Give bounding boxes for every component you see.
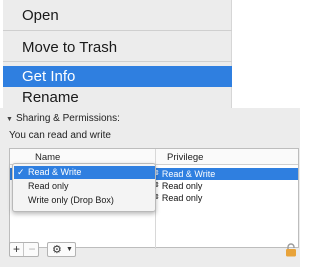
option-label: Read only xyxy=(28,181,69,191)
check-icon: ✓ xyxy=(17,167,25,177)
privilege-popup[interactable]: ⇕ Read only xyxy=(154,192,202,204)
menu-item-rename[interactable]: Rename xyxy=(3,87,232,108)
section-title: Sharing & Permissions: xyxy=(15,113,120,124)
add-remove-group: + − xyxy=(9,242,39,257)
screenshot-frame: Open Move to Trash Get Info Rename ▼ Shar… xyxy=(0,0,300,267)
remove-user-button[interactable]: − xyxy=(25,243,39,256)
disclosure-triangle-icon[interactable]: ▼ xyxy=(6,116,13,123)
privilege-value: Read & Write xyxy=(161,169,216,179)
privilege-menu: ✓ Read & Write Read only Write only (Drop… xyxy=(12,163,156,212)
menu-item-open[interactable]: Open xyxy=(3,5,232,26)
permissions-toolbar: + − ⚙ ▼ xyxy=(6,242,296,258)
add-user-button[interactable]: + xyxy=(10,243,24,256)
privilege-popup[interactable]: ⇕ Read only xyxy=(154,180,202,192)
sharing-section-header[interactable]: ▼ Sharing & Permissions: xyxy=(6,113,120,124)
privilege-popup[interactable]: ⇕ Read & Write xyxy=(154,168,215,180)
menu-separator xyxy=(3,30,232,31)
privilege-value: Read only xyxy=(161,181,203,191)
privilege-value: Read only xyxy=(161,193,203,203)
menu-separator xyxy=(3,61,232,62)
option-label: Write only (Drop Box) xyxy=(28,195,114,205)
column-header-name[interactable]: Name xyxy=(35,152,60,163)
option-label: Read & Write xyxy=(28,167,82,177)
privilege-option-read-only[interactable]: Read only xyxy=(14,180,155,193)
context-menu: Open Move to Trash Get Info Rename xyxy=(3,0,232,108)
permission-note: You can read and write xyxy=(9,130,111,141)
lock-icon[interactable] xyxy=(285,243,297,257)
privilege-option-read-write[interactable]: ✓ Read & Write xyxy=(14,166,155,179)
column-header-privilege[interactable]: Privilege xyxy=(167,152,203,163)
privilege-option-write-only[interactable]: Write only (Drop Box) xyxy=(14,194,155,207)
caret-down-icon: ▼ xyxy=(66,246,73,253)
menu-item-get-info[interactable]: Get Info xyxy=(3,66,232,87)
menu-item-move-to-trash[interactable]: Move to Trash xyxy=(3,37,232,58)
gear-icon: ⚙ xyxy=(52,244,62,256)
action-menu-button[interactable]: ⚙ ▼ xyxy=(47,242,76,257)
